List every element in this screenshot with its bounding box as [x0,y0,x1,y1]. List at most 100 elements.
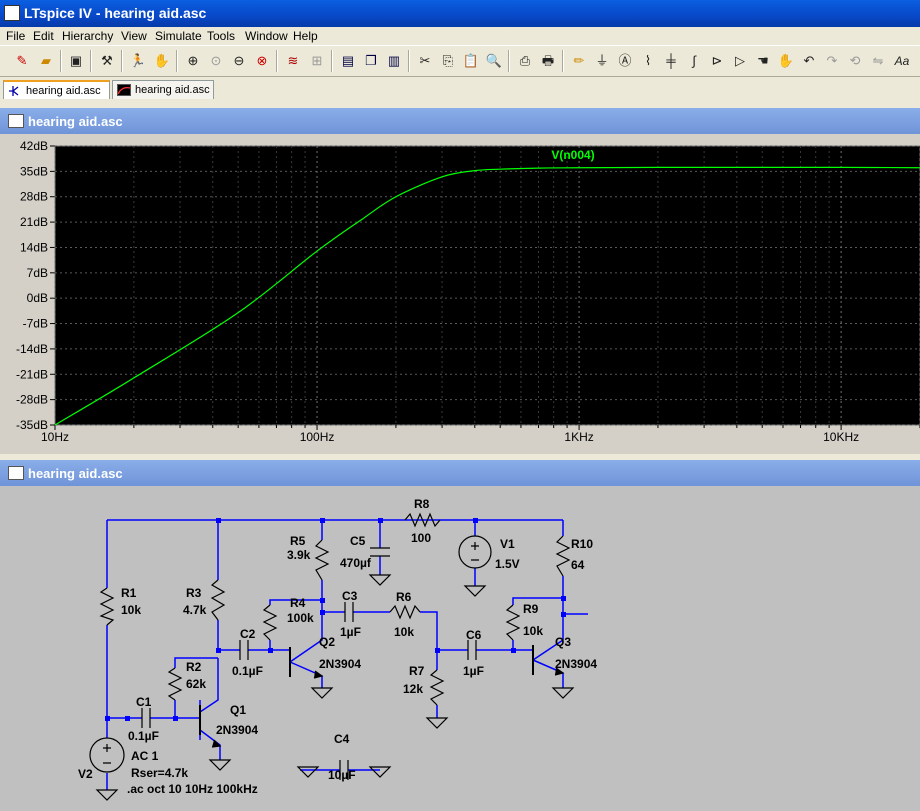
run-icon[interactable]: 🏃 [128,51,148,71]
label-c1: C1 [136,695,152,709]
label-v1: V1 [500,537,515,551]
paste-icon[interactable]: 📋 [461,51,481,71]
find-icon[interactable]: 🔍 [484,51,504,71]
label-c2: C2 [240,627,256,641]
pan-icon[interactable]: ⊙ [206,51,226,71]
ground-icon[interactable]: ⏚ [592,51,612,71]
label-r1-value: 10k [121,603,141,617]
component-icon[interactable]: ▷ [730,51,750,71]
resistor-r5 [314,539,330,581]
menu-edit[interactable]: Edit [33,29,54,43]
move-icon[interactable]: ☚ [753,51,773,71]
tile-vertical-icon[interactable]: ▥ [384,51,404,71]
schematic-window-icon [8,466,24,480]
y-tick-label: 28dB [20,190,48,204]
pause-icon[interactable]: ✋ [152,51,172,71]
menu-help[interactable]: Help [293,29,318,43]
label-r6-value: 10k [394,625,414,639]
tab-waveform[interactable]: hearing aid.asc [112,80,214,99]
label-r9: R9 [523,602,539,616]
label-r4-value: 100k [287,611,314,625]
document-tabs: hearing aid.asc hearing aid.asc [0,78,920,100]
resistor-r3 [210,579,226,621]
zoom-out-icon[interactable]: ⊖ [229,51,249,71]
redo-icon[interactable]: ↷ [822,51,842,71]
label-c4: C4 [334,732,350,746]
label-r7: R7 [409,664,425,678]
zoom-cancel-icon[interactable]: ⊗ [252,51,272,71]
autorange-icon[interactable]: ≋ [283,51,303,71]
waveform-window-icon [8,114,24,128]
label-r2: R2 [186,660,202,674]
undo-icon[interactable]: ↶ [799,51,819,71]
capacitor-c3 [344,602,354,622]
copy-icon[interactable]: ⎘ [438,51,458,71]
mirror-icon[interactable]: ⇋ [868,51,888,71]
label-q3: Q3 [555,635,571,649]
label-r6: R6 [396,590,412,604]
print-setup-icon[interactable]: ⎙ [515,51,535,71]
schematic-canvas[interactable]: R1 10k R2 62k R3 4.7k R4 100k R5 3.9k R6… [0,486,920,811]
tab-waveform-label: hearing aid.asc [135,84,210,96]
label-r9-value: 10k [523,624,543,638]
ltspice-app-icon[interactable] [4,5,20,21]
open-icon[interactable]: ▰ [36,51,56,71]
diode-icon[interactable]: ⊳ [707,51,727,71]
zoom-in-icon[interactable]: ⊕ [183,51,203,71]
junctions [105,518,566,721]
menu-view[interactable]: View [121,29,147,43]
waveform-icon [117,84,131,96]
text-icon[interactable]: Aa [892,51,912,71]
menu-tools[interactable]: Tools [207,29,235,43]
new-schematic-icon[interactable]: ✎ [12,51,32,71]
label-q1-type: 2N3904 [216,723,258,737]
tile-horizontal-icon[interactable]: ▤ [338,51,358,71]
y-tick-label: 0dB [27,291,48,305]
resistor-r9 [505,604,521,641]
waveform-pane-titlebar: hearing aid.asc [0,108,920,134]
menu-file[interactable]: File [6,29,25,43]
cut-icon[interactable]: ✂ [415,51,435,71]
resistor-r2 [167,667,183,701]
tab-schematic[interactable]: hearing aid.asc [3,80,110,99]
resistor-icon[interactable]: ⌇ [638,51,658,71]
y-tick-label: -28dB [16,393,48,407]
control-panel-icon[interactable]: ⚒ [97,51,117,71]
save-icon[interactable]: ▣ [66,51,86,71]
drag-icon[interactable]: ✋ [776,51,796,71]
resistor-r6 [389,604,421,620]
print-icon[interactable]: 🖶 [538,51,558,71]
menu-bar: File Edit Hierarchy View Simulate Tools … [0,27,920,45]
label-c3-value: 1µF [340,625,361,639]
cascade-icon[interactable]: ❐ [361,51,381,71]
capacitor-icon[interactable]: ╪ [661,51,681,71]
draw-wire-icon[interactable]: ✏ [569,51,589,71]
schematic-pane: hearing aid.asc R1 10k R2 62k R3 4.7k R4… [0,460,920,811]
label-r3: R3 [186,586,202,600]
window-title: LTspice IV - hearing aid.asc [24,5,207,21]
label-r5-value: 3.9k [287,548,311,562]
label-r8: R8 [414,497,430,511]
schematic-icon [9,86,19,96]
label-q3-type: 2N3904 [555,657,597,671]
x-tick-label: 10KHz [823,430,859,444]
menu-window[interactable]: Window [245,29,288,43]
menu-simulate[interactable]: Simulate [155,29,202,43]
inductor-icon[interactable]: ∫ [684,51,704,71]
label-c6-value: 1µF [463,664,484,678]
source-v2 [89,737,125,773]
label-q1: Q1 [230,703,246,717]
menu-hierarchy[interactable]: Hierarchy [62,29,113,43]
y-tick-label: 7dB [27,266,48,280]
fit-icon[interactable]: ⊞ [307,51,327,71]
label-r10-value: 64 [571,558,585,572]
label-net-icon[interactable]: Ⓐ [615,51,635,71]
rotate-icon[interactable]: ⟲ [845,51,865,71]
plot-area [54,145,920,426]
bode-plot[interactable]: 42dB 35dB 28dB 21dB 14dB 7dB 0dB -7dB -14dB -21dB… [0,134,920,454]
resistor-r7 [429,669,445,706]
y-tick-label: 42dB [20,139,48,153]
trace-label-v-n004: V(n004) [551,148,594,162]
label-r8-value: 100 [411,531,431,545]
label-r4: R4 [290,596,306,610]
